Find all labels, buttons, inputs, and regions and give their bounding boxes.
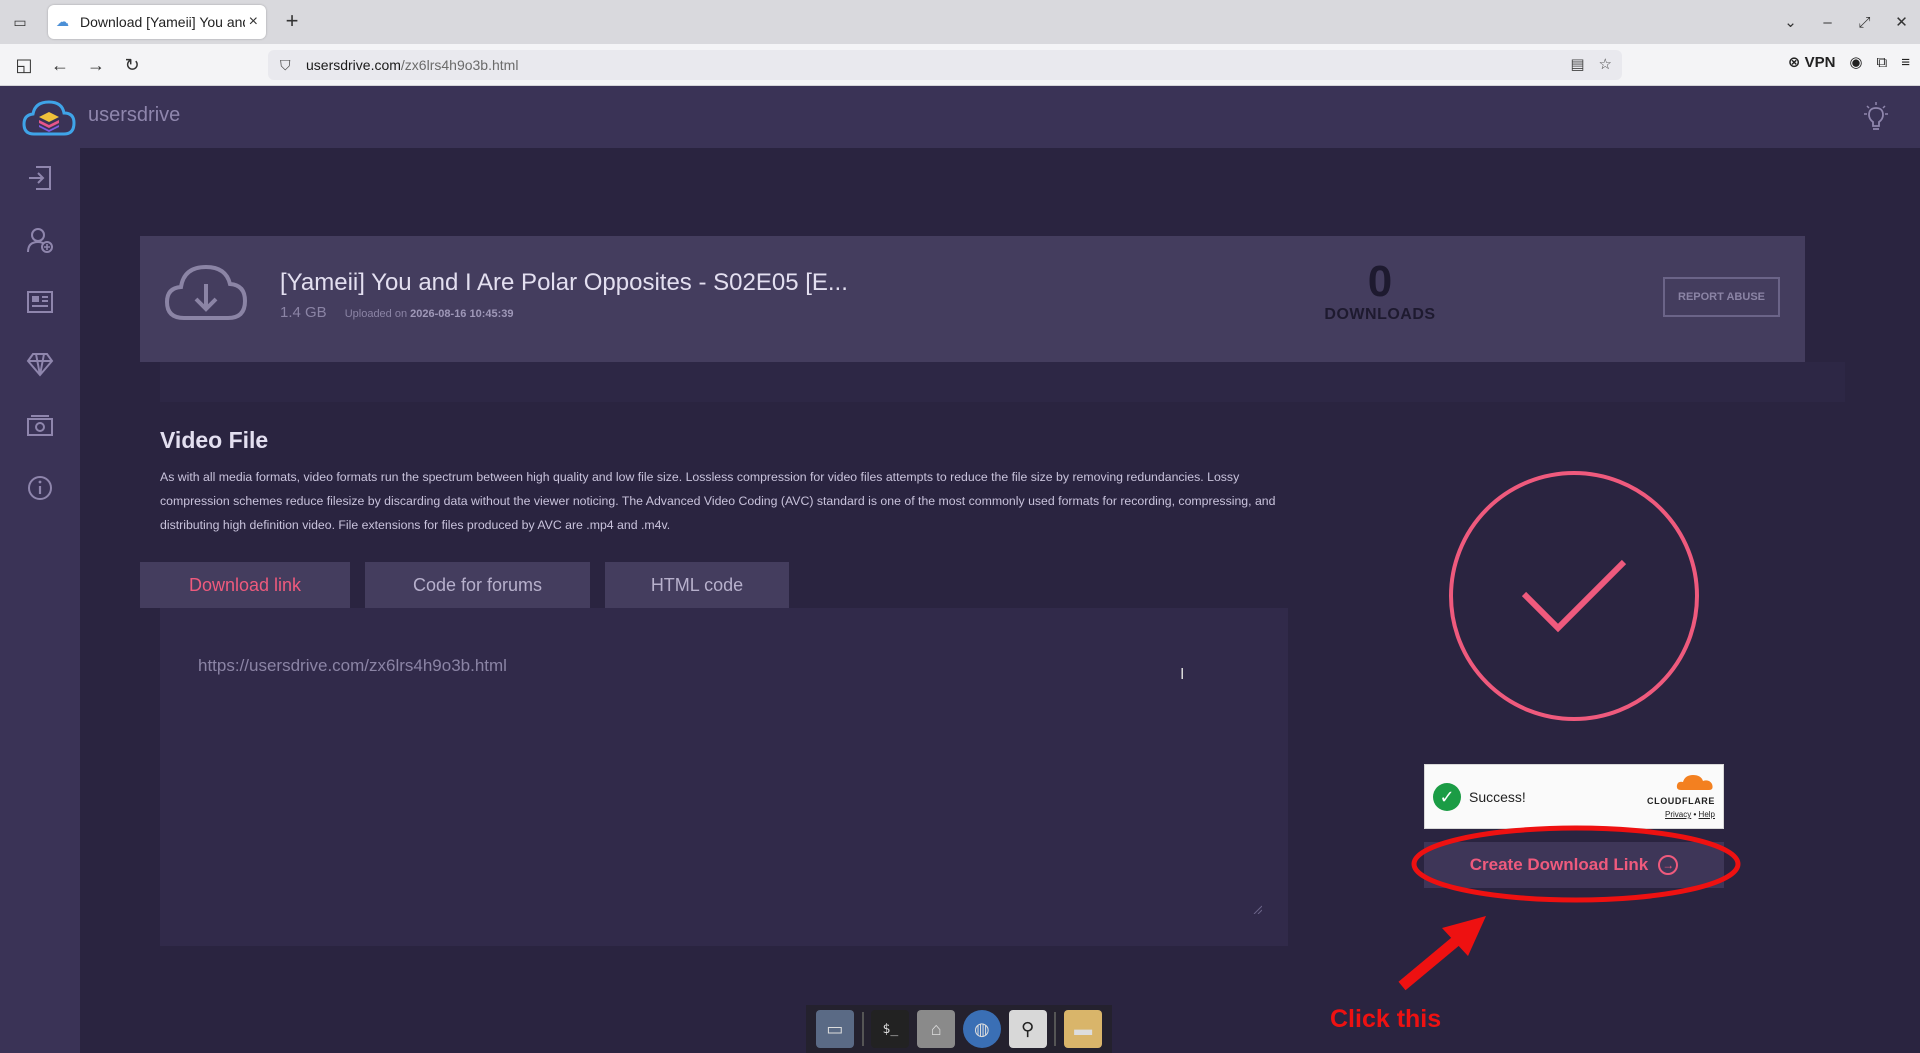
close-window-icon[interactable]: ✕ [1883,13,1920,31]
login-icon[interactable] [26,164,54,192]
forward-icon[interactable]: → [84,53,108,77]
lightbulb-icon[interactable] [1862,102,1890,132]
arrow-right-icon: → [1658,855,1679,875]
sidebar [0,148,80,1053]
add-user-icon[interactable] [26,226,54,254]
browser-tab-bar: ▭ ☁ Download [Yameii] You and I Are Pola… [0,0,1920,44]
back-icon[interactable]: ← [48,53,72,77]
text-cursor-icon: I [1180,666,1185,683]
reload-icon[interactable]: ↻ [120,53,144,77]
account-icon[interactable]: ◉ [1849,53,1862,71]
section-description: As with all media formats, video formats… [160,470,1276,532]
success-checkmark-icon: ✓ [1433,783,1461,811]
search-icon[interactable]: ⚲ [1008,1010,1047,1048]
file-meta: 1.4 GB Uploaded on 2026-08-16 10:45:39 [280,304,514,321]
link-tabs: Download link Code for forums HTML code [140,562,789,608]
annotation-text: Click this [1330,1005,1442,1033]
tab-list-icon[interactable]: ▭ [10,12,30,32]
minimize-icon[interactable]: – [1809,14,1846,31]
folder-icon[interactable]: ▬ [1064,1010,1103,1048]
tab-title: Download [Yameii] You and I Are Polar Op… [80,14,245,30]
new-tab-button[interactable]: + [280,10,304,34]
download-url-text[interactable]: https://usersdrive.com/zx6lrs4h9o3b.html [198,656,507,676]
cloudflare-logo: CLOUDFLARE Privacy • Help [1633,773,1715,819]
help-link[interactable]: Help [1699,810,1715,819]
url-host: usersdrive.com [306,57,401,73]
browser-nav-bar: ◱ ← → ↻ ⛉ usersdrive.com/zx6lrs4h9o3b.ht… [0,44,1920,86]
create-download-link-label: Create Download Link [1469,855,1649,874]
report-abuse-button[interactable]: REPORT ABUSE [1663,277,1780,317]
tab-code-for-forums[interactable]: Code for forums [365,562,590,608]
earn-money-icon[interactable] [26,412,54,440]
file-title: [Yameii] You and I Are Polar Opposites -… [280,269,848,296]
show-desktop-icon[interactable]: ▭ [815,1010,854,1048]
downloads-label: DOWNLOADS [1324,306,1436,323]
extensions-icon[interactable]: ⧉ [1877,54,1888,71]
news-icon[interactable] [26,288,54,316]
site-header: usersdrive [0,86,1920,148]
restore-icon[interactable]: ⤢ [1846,14,1883,31]
taskbar-separator [1054,1012,1057,1046]
vpn-label: VPN [1804,54,1836,71]
success-check-icon [1449,471,1699,721]
upload-info: Uploaded on 2026-08-16 10:45:39 [345,308,514,320]
upload-date: 2026-08-16 10:45:39 [410,308,514,320]
downloads-count: 0 [1367,257,1393,306]
tab-overflow-icon[interactable]: ⌄ [1772,13,1809,31]
bookmark-star-icon[interactable]: ☆ [1599,55,1612,73]
captcha-status: Success! [1469,789,1526,805]
desktop-taskbar: ▭ $_ ⌂ ◍ ⚲ ▬ [806,1005,1112,1053]
link-separator: • [1693,810,1697,819]
terminal-icon[interactable]: $_ [871,1010,910,1048]
sidebar-toggle-icon[interactable]: ◱ [12,53,36,77]
link-textarea[interactable]: https://usersdrive.com/zx6lrs4h9o3b.html [160,608,1288,946]
create-download-link-button[interactable]: Create Download Link → [1424,842,1724,888]
shield-icon: ⛉ [280,56,291,73]
address-bar[interactable]: ⛉ usersdrive.com/zx6lrs4h9o3b.html ▤ ☆ [268,50,1622,80]
section-title: Video File [160,427,269,453]
url-path: /zx6lrs4h9o3b.html [400,57,519,73]
home-folder-icon[interactable]: ⌂ [917,1010,956,1048]
info-icon[interactable] [26,474,54,502]
tab-html-code[interactable]: HTML code [605,562,789,608]
file-size: 1.4 GB [280,304,327,321]
cloudflare-turnstile[interactable]: ✓ Success! CLOUDFLARE Privacy • Help [1424,764,1724,829]
download-counter: 0 DOWNLOADS [1315,260,1445,324]
vpn-button[interactable]: ⊗ VPN [1788,53,1836,71]
card-shadow-strip [160,362,1845,402]
cloud-download-icon [164,264,248,320]
cloudflare-cloud-icon [1676,775,1713,790]
brand-name[interactable]: usersdrive [88,104,180,127]
browser-tab[interactable]: ☁ Download [Yameii] You and I Are Polar … [48,5,266,39]
upload-prefix: Uploaded on [344,308,408,320]
resize-handle-icon[interactable] [1252,904,1262,914]
tab-download-link[interactable]: Download link [140,562,350,608]
file-info-card: [Yameii] You and I Are Polar Opposites -… [140,236,1805,362]
tab-favicon-icon: ☁ [56,14,69,29]
usersdrive-logo[interactable] [22,98,76,138]
taskbar-separator [861,1012,864,1046]
cloudflare-name: CLOUDFLARE [1647,796,1715,806]
menu-icon[interactable]: ≡ [1901,54,1910,71]
tab-close-icon[interactable]: × [249,13,258,31]
premium-diamond-icon[interactable] [26,350,54,378]
window-controls: ⌄ – ⤢ ✕ [1772,0,1920,44]
privacy-link[interactable]: Privacy [1665,810,1691,819]
web-browser-icon[interactable]: ◍ [962,1010,1001,1048]
reader-view-icon[interactable]: ▤ [1570,55,1584,73]
